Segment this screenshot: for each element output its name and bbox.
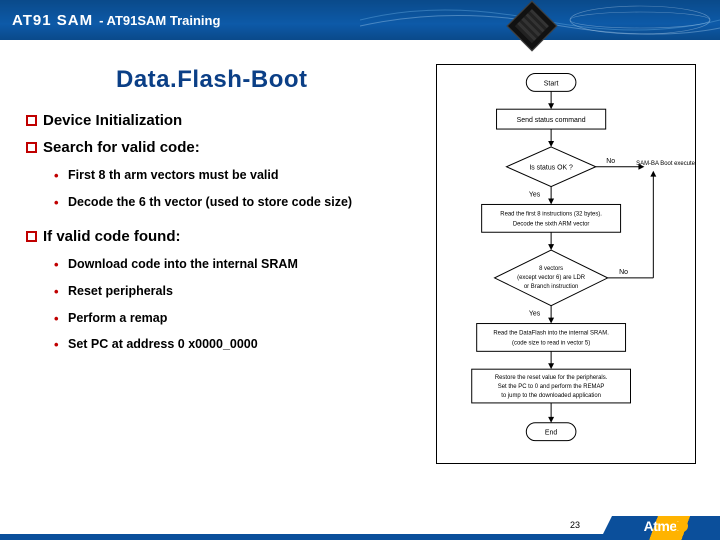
flow-step: Send status command [517, 117, 586, 124]
header-bar: AT91 SAM - AT91SAM Training [0, 0, 720, 40]
flow-end: End [545, 430, 557, 437]
list-item: Perform a remap [54, 305, 404, 332]
brand-logo-dot-icon [676, 520, 688, 532]
bullet-list: First 8 th arm vectors must be valid Dec… [54, 162, 404, 216]
flow-decision: Is status OK ? [529, 165, 573, 172]
flow-step-line: (code size to read in vector 5) [512, 340, 590, 346]
flow-label-yes: Yes [529, 311, 541, 318]
list-item: First 8 th arm vectors must be valid [54, 162, 404, 189]
flow-step-line: to jump to the downloaded application [501, 393, 601, 399]
flow-decision-line: 8 vectors [539, 266, 563, 272]
slide-text-column: Data.Flash-Boot Device Initialization Se… [0, 56, 418, 500]
flow-step-line: Set the PC to 0 and perform the REMAP [498, 384, 605, 390]
section-heading: Device Initialization [26, 112, 404, 129]
flow-label-no: No [606, 158, 615, 165]
bullet-list: Download code into the internal SRAM Res… [54, 251, 404, 359]
flowchart-frame: Start Send status command Is status OK ?… [436, 64, 696, 464]
slide-content: Data.Flash-Boot Device Initialization Se… [0, 56, 720, 500]
flow-decision-line: or Branch instruction [524, 284, 578, 290]
flow-step-line: Decode the sixth ARM vector [513, 221, 590, 227]
flow-step-line: Read the first 8 instructions (32 bytes)… [500, 211, 602, 217]
product-logo: AT91 SAM [12, 12, 93, 29]
header-subtitle: - AT91SAM Training [99, 13, 220, 28]
flowchart-column: Start Send status command Is status OK ?… [418, 56, 720, 500]
section-heading-text: If valid code found: [43, 228, 181, 245]
flow-branch-text: SAM-BA Boot executed [636, 161, 695, 167]
section-heading-text: Device Initialization [43, 112, 182, 129]
section-heading-text: Search for valid code: [43, 139, 200, 156]
list-item: Set PC at address 0 x0000_0000 [54, 331, 404, 358]
flow-label-yes: Yes [529, 192, 541, 199]
flow-step-line: Read the DataFlash into the internal SRA… [493, 330, 609, 336]
section-heading: If valid code found: [26, 228, 404, 245]
list-item: Download code into the internal SRAM [54, 251, 404, 278]
square-bullet-icon [26, 142, 37, 153]
flowchart-svg: Start Send status command Is status OK ?… [437, 65, 695, 463]
footer: 23 Atmel [0, 506, 720, 540]
slide-title: Data.Flash-Boot [116, 66, 404, 94]
page-number: 23 [570, 520, 580, 530]
flow-label-no: No [619, 269, 628, 276]
square-bullet-icon [26, 115, 37, 126]
flow-start: Start [544, 80, 559, 87]
brand-logo-text: Atmel [644, 518, 680, 534]
flow-decision-line: (except vector 6) are LDR [517, 275, 586, 281]
flow-step-line: Restore the reset value for the peripher… [495, 375, 608, 381]
brand-logo: Atmel [644, 518, 688, 534]
list-item: Reset peripherals [54, 278, 404, 305]
list-item: Decode the 6 th vector (used to store co… [54, 189, 404, 216]
square-bullet-icon [26, 231, 37, 242]
section-heading: Search for valid code: [26, 139, 404, 156]
chip-graphic [507, 1, 558, 52]
